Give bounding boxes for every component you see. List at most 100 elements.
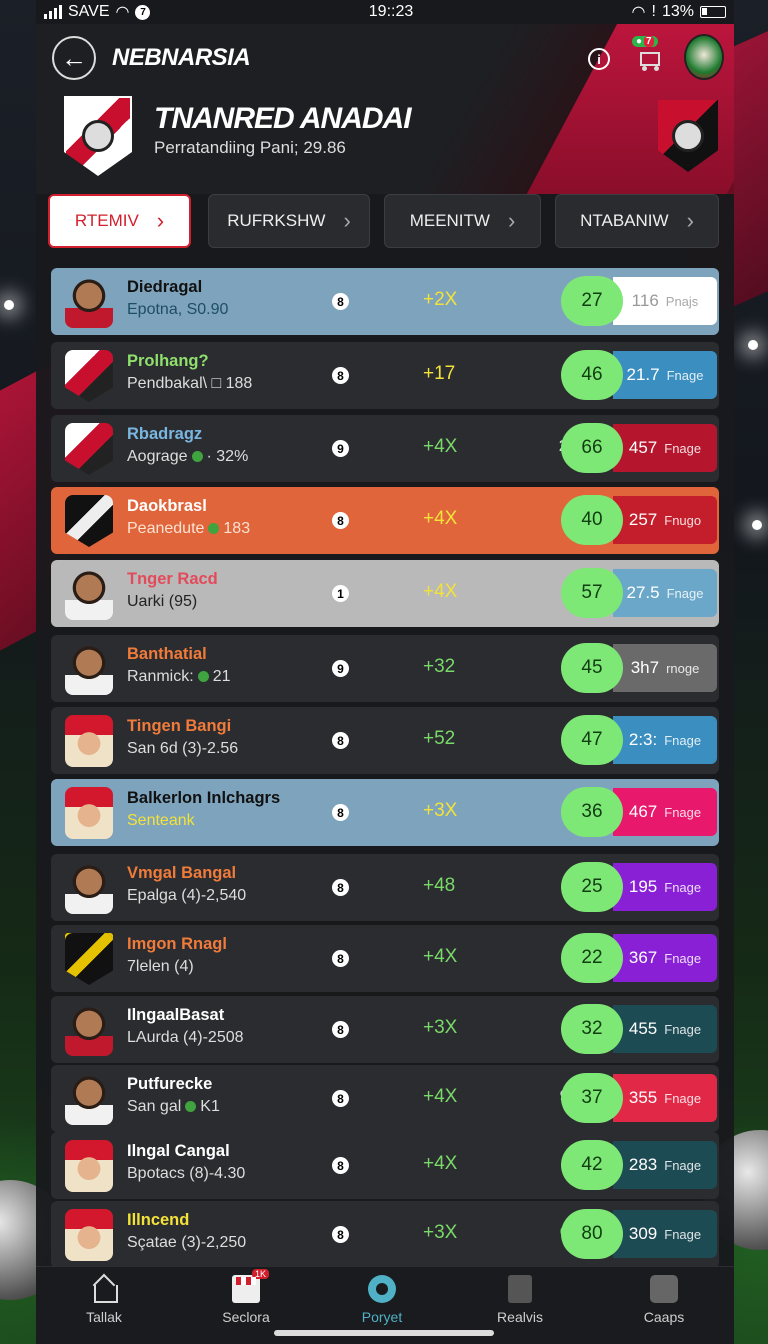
chevron-right-icon: › <box>156 208 165 233</box>
price-badge[interactable]: 195 Fnage <box>613 863 717 911</box>
nav-realvis[interactable]: Realvis <box>470 1275 570 1325</box>
price-badge[interactable]: 467 Fnage <box>613 788 717 836</box>
price-badge[interactable]: 257 Fnugo <box>613 496 717 544</box>
player-detail: Bpotacs (8)-4.30 <box>127 1165 246 1182</box>
player-name: Prolhang? <box>127 352 209 370</box>
player-row[interactable]: PutfureckeSan galK18+4X9O355Fnage37 <box>51 1065 719 1132</box>
player-detail: Senteank <box>127 812 195 829</box>
player-detail: Aograge · 32% <box>127 448 249 465</box>
delta-value: +2X <box>423 289 458 310</box>
chevron-right-icon: › <box>343 208 351 233</box>
score-pill: 66 <box>561 423 623 473</box>
player-name: IlngaalBasat <box>127 1006 225 1024</box>
nav-poryet[interactable]: Poryet <box>332 1275 432 1325</box>
price-badge[interactable]: 21.7 Fnage <box>613 351 717 399</box>
team-subtitle: Perratandiing Pani; 29.86 <box>154 138 346 157</box>
delta-value: +4X <box>423 436 458 457</box>
tab-rufrkshw[interactable]: RUFRKSHW › <box>208 194 370 248</box>
player-row[interactable]: Diedragal Epotna, S0.90 8 +2X 116 Pnajs 27 <box>51 268 719 335</box>
price-badge[interactable]: 457 Fnage <box>613 424 717 472</box>
score-pill: 22 <box>561 933 623 983</box>
player-row[interactable]: Balkerlon InlchagrsSenteank8+3X*4467Fnag… <box>51 779 719 846</box>
score-pill: 80 <box>561 1209 623 1259</box>
home-indicator <box>274 1330 494 1336</box>
status-bar: SAVE ◠ 7 19::23 ◠ ! 13% <box>36 0 734 24</box>
status-dot-icon <box>197 671 209 682</box>
player-avatar <box>65 1209 113 1261</box>
rank-badge: 8 <box>332 732 349 749</box>
player-name: Diedragal <box>127 278 203 296</box>
rank-badge: 8 <box>332 1021 349 1038</box>
back-button[interactable]: ← <box>52 36 96 80</box>
player-avatar <box>65 862 113 914</box>
player-avatar <box>65 715 113 767</box>
status-dot-icon <box>208 523 220 534</box>
arrow-left-icon: ← <box>61 42 87 73</box>
rank-badge: 8 <box>332 879 349 896</box>
delta-value: +3X <box>423 1222 458 1243</box>
rank-badge: 1 <box>332 585 349 602</box>
delta-value: +48 <box>423 875 456 896</box>
player-row[interactable]: Prolhang? Pendbakal\ □ 188 8 +17 21.7 Fnage 46 <box>51 342 719 409</box>
signal-icon <box>44 5 62 19</box>
player-detail: Uarki (95) <box>127 593 198 610</box>
notification-icon: 7 <box>135 4 151 20</box>
rank-badge: 8 <box>332 293 349 310</box>
player-avatar <box>65 423 113 475</box>
rank-badge: 8 <box>332 1157 349 1174</box>
price-badge[interactable]: 116 Pnajs <box>613 277 717 325</box>
player-row[interactable]: Tingen Bangi San 6d (3)-2.56 8 +52 2:3: Fnage… <box>51 707 719 774</box>
player-row[interactable]: IlngaalBasatLAurda (4)-25088+3X*5455Fnag… <box>51 996 719 1063</box>
player-avatar <box>65 643 113 695</box>
player-detail: Pendbakal\ □ 188 <box>127 375 253 392</box>
avatar[interactable] <box>684 34 724 80</box>
player-row[interactable]: Banthatial Ranmick: 21 9 +32 3h7 rnoge 45 <box>51 635 719 702</box>
price-badge[interactable]: 367 Fnage <box>613 934 717 982</box>
caps-icon <box>650 1275 678 1303</box>
player-name: Rbadragz <box>127 425 203 443</box>
nav-seclora[interactable]: 1K Seclora <box>196 1269 296 1325</box>
player-avatar <box>65 568 113 620</box>
rank-badge: 8 <box>332 512 349 529</box>
nav-tallak[interactable]: Tallak <box>54 1275 154 1325</box>
tab-meenitw[interactable]: MEENITW › <box>384 194 541 248</box>
rank-badge: 8 <box>332 950 349 967</box>
player-row[interactable]: Tnger RacdUarki (95)1+4X*127.5Fnage57 <box>51 560 719 627</box>
price-badge[interactable]: 27.5 Fnage <box>613 569 717 617</box>
score-pill: 45 <box>561 643 623 693</box>
player-row[interactable]: RbadragzAograge· 32%9+4X2,9457Fnage66 <box>51 415 719 482</box>
player-name: Putfurecke <box>127 1075 213 1093</box>
rank-badge: 9 <box>332 440 349 457</box>
player-detail: Epotna, S0.90 <box>127 301 229 318</box>
delta-value: +32 <box>423 656 456 677</box>
player-row[interactable]: Imgon Rnagl7lelen (4)8+4X*7367Fnage22 <box>51 925 719 992</box>
team-crest-icon <box>64 96 132 176</box>
player-avatar <box>65 787 113 839</box>
project-icon <box>368 1275 396 1303</box>
player-detail: LAurda (4)-2508 <box>127 1029 244 1046</box>
tab-rtemiv[interactable]: RTEMIV › <box>48 194 191 248</box>
player-row[interactable]: DaokbraslPeanedute1838+4X*9257Fnugo40 <box>51 487 719 554</box>
player-row[interactable]: Vmgal BangalEpalga (4)-2,5408+48*8195Fna… <box>51 854 719 921</box>
player-row[interactable]: Ilngal CangalBpotacs (8)-4.308+4X*5283Fn… <box>51 1132 719 1199</box>
info-icon[interactable]: i <box>588 48 610 70</box>
player-name: Imgon Rnagl <box>127 935 227 953</box>
tab-ntabaniw[interactable]: NTABANIW › <box>555 194 719 248</box>
player-detail: San gal K1 <box>127 1098 220 1115</box>
player-name: Ilngal Cangal <box>127 1142 230 1160</box>
nav-label: Seclora <box>222 1309 270 1325</box>
delta-value: +4X <box>423 581 458 602</box>
cart-icon[interactable] <box>638 44 664 72</box>
player-row[interactable]: IllncendSçatae (3)-2,2508+3XG9309Fnage80 <box>51 1201 719 1268</box>
delta-value: +4X <box>423 508 458 529</box>
price-badge[interactable]: 309 Fnage <box>613 1210 717 1258</box>
nav-caaps[interactable]: Caaps <box>614 1275 714 1325</box>
price-badge[interactable]: 283 Fnage <box>613 1141 717 1189</box>
price-badge[interactable]: 455 Fnage <box>613 1005 717 1053</box>
player-detail: Ranmick: 21 <box>127 668 231 685</box>
home-icon <box>90 1275 118 1303</box>
price-badge[interactable]: 2:3: Fnage <box>613 716 717 764</box>
price-badge[interactable]: 3h7 rnoge <box>613 644 717 692</box>
score-pill: 32 <box>561 1004 623 1054</box>
price-badge[interactable]: 355 Fnage <box>613 1074 717 1122</box>
